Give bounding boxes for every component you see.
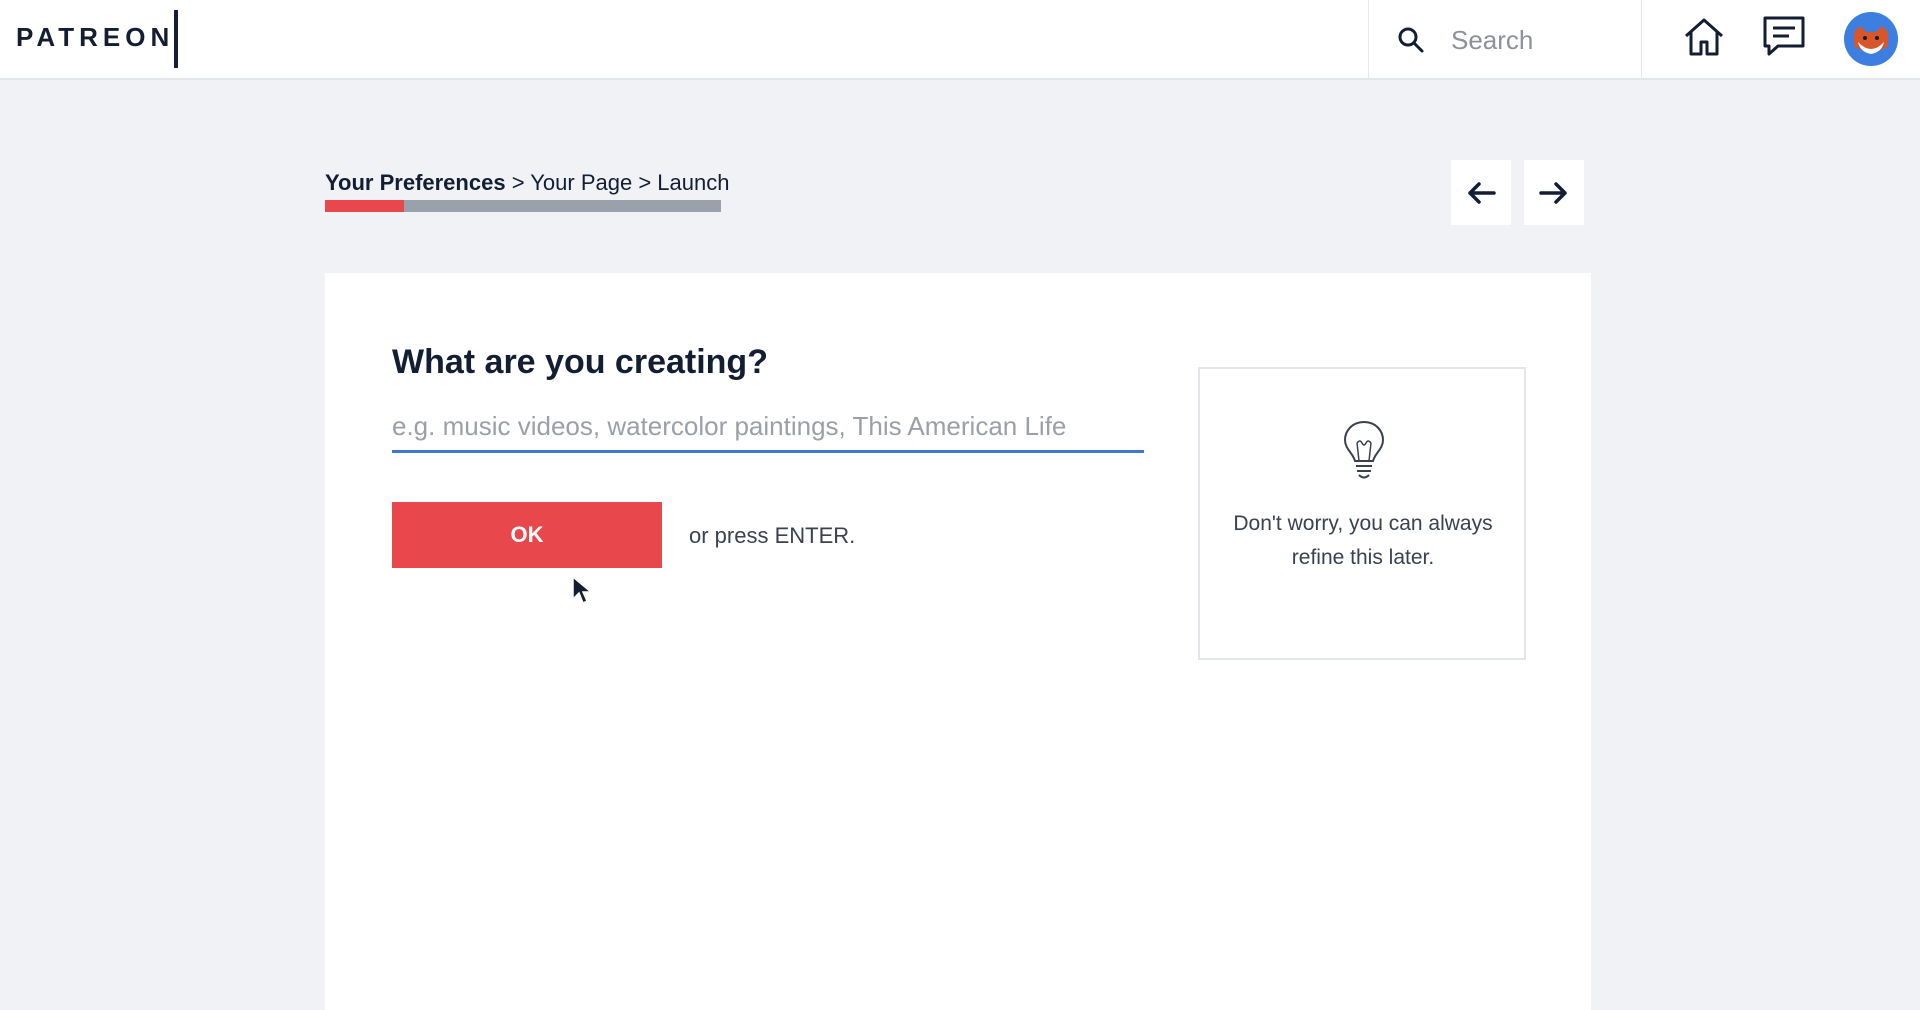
search-input[interactable] [1451, 20, 1631, 60]
messages-icon[interactable] [1762, 14, 1806, 58]
arrow-left-icon [1468, 181, 1496, 204]
progress-bar-fill [325, 200, 405, 212]
home-icon[interactable] [1682, 14, 1726, 58]
fox-avatar-icon [1854, 26, 1888, 54]
breadcrumb-step-page: Your Page [530, 170, 633, 195]
user-avatar[interactable] [1844, 12, 1898, 66]
top-navigation-bar: PATREON [0, 0, 1920, 80]
search-icon [1398, 27, 1424, 53]
onboarding-card: What are you creating? OK or press ENTER… [325, 273, 1591, 1010]
ok-button[interactable]: OK [392, 502, 662, 568]
mouse-cursor-icon [572, 575, 591, 605]
forward-button[interactable] [1524, 160, 1584, 225]
breadcrumb-step-preferences: Your Preferences [325, 170, 506, 195]
enter-hint: or press ENTER. [689, 523, 856, 548]
breadcrumb-step-launch: Launch [657, 170, 730, 195]
logo-divider [174, 10, 178, 68]
question-heading: What are you creating? [392, 343, 768, 381]
breadcrumb-separator: > [632, 170, 658, 195]
breadcrumb: Your Preferences > Your Page > Launch [325, 170, 729, 196]
back-button[interactable] [1451, 160, 1511, 225]
creating-input[interactable] [392, 403, 1144, 453]
tip-text: Don't worry, you can always refine this … [1233, 512, 1493, 569]
lightbulb-icon [1343, 420, 1385, 479]
patreon-logo[interactable]: PATREON [16, 22, 174, 53]
search-box[interactable] [1368, 0, 1642, 80]
breadcrumb-separator: > [505, 170, 531, 195]
tip-box: Don't worry, you can always refine this … [1198, 367, 1526, 660]
arrow-right-icon [1539, 181, 1567, 204]
progress-bar [325, 200, 721, 212]
